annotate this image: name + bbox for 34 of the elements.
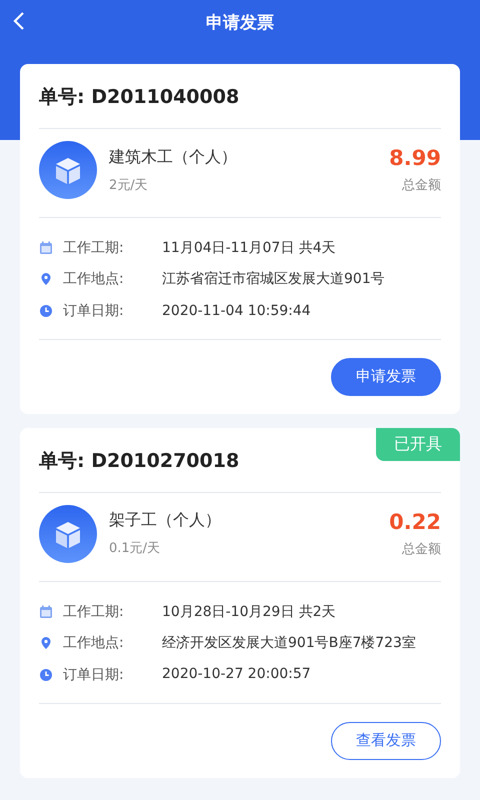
location-pin-icon [39, 636, 53, 650]
back-icon[interactable] [12, 11, 26, 31]
product-name: 架子工（个人） [109, 510, 222, 532]
detail-label: 工作工期: [63, 603, 125, 622]
clock-icon [39, 668, 53, 682]
amount-label: 总金额 [402, 540, 441, 558]
detail-label: 订单日期: [63, 666, 125, 684]
detail-value: 11月04日-11月07日 共4天 [162, 239, 336, 258]
cube-avatar-icon [39, 141, 97, 199]
detail-label: 工作工期: [63, 239, 125, 258]
detail-value: 江苏省宿迁市宿城区发展大道901号 [162, 270, 385, 290]
detail-value: 10月28日-10月29日 共2天 [162, 602, 336, 622]
detail-value: 经济开发区发展大道901号B座7楼723室 [162, 634, 416, 654]
detail-label: 工作地点: [63, 270, 125, 288]
page-title: 申请发票 [206, 12, 274, 34]
amount-label: 总金额 [402, 177, 441, 194]
detail-label: 工作地点: [63, 634, 125, 652]
detail-label: 订单日期: [63, 302, 125, 320]
cube-avatar-icon [39, 504, 97, 563]
calendar-icon [39, 605, 53, 620]
detail-value: 2020-11-04 10:59:44 [162, 302, 311, 321]
apply-invoice-button[interactable]: 申请发票 [331, 358, 441, 396]
detail-value: 2020-10-27 20:00:57 [162, 665, 311, 684]
view-invoice-button[interactable]: 查看发票 [331, 722, 441, 760]
daily-rate: 0.1元/天 [109, 540, 162, 558]
order-number: 单号: D2011040008 [39, 64, 441, 129]
total-amount: 0.22 [389, 510, 441, 534]
daily-rate: 2元/天 [109, 176, 149, 194]
total-amount: 8.99 [389, 146, 441, 170]
clock-icon [39, 304, 53, 318]
calendar-icon [39, 241, 53, 256]
location-pin-icon [39, 272, 53, 286]
product-name: 建筑木工（个人） [109, 146, 238, 168]
status-badge: 已开具 [376, 428, 460, 461]
